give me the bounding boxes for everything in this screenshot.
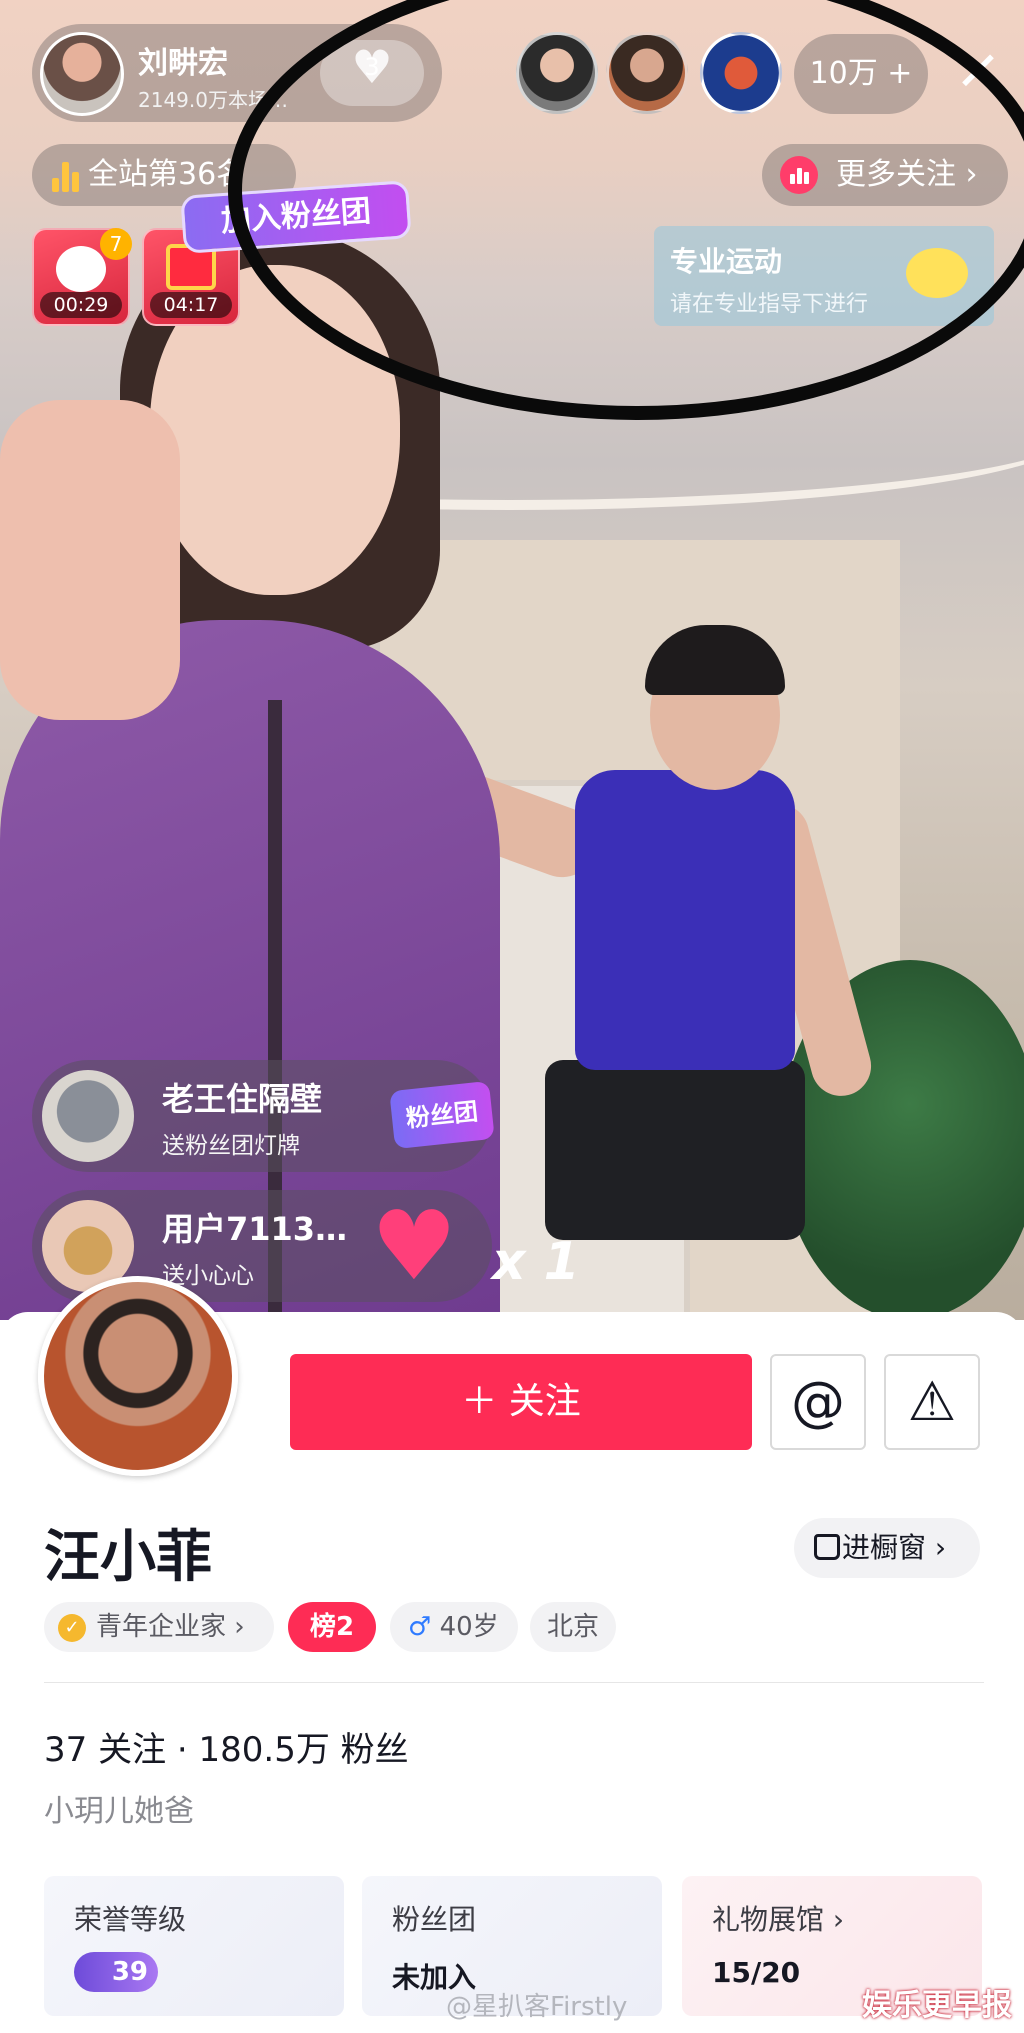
sender-name: 用户7113… [162,1210,348,1248]
task-badge: 7 [100,228,132,260]
thumbs-up-hand [0,400,180,720]
level-badge: 39 [74,1952,158,1992]
male-icon: ♂ [408,1612,432,1642]
verified-check-icon: ✓ [58,1614,86,1642]
bar-chart-icon [52,158,80,192]
gift-description: 送粉丝团灯牌 [162,1133,300,1159]
host-name: 刘畊宏 [138,46,228,81]
task-timer: 00:29 [40,292,122,318]
profile-avatar[interactable] [38,1276,238,1476]
honor-level-card[interactable]: 荣誉等级 39 [44,1876,344,2016]
trainer-tank-top [575,770,795,1070]
trainer-shorts [545,1060,805,1240]
fanclub-light-icon: 粉丝团 [389,1080,495,1150]
shopping-bag-icon [814,1534,840,1560]
source-watermark: @星扒客Firstly [446,1992,628,2022]
gift-message: 老王住隔壁 送粉丝团灯牌 粉丝团 [32,1060,495,1172]
profile-bio: 小玥儿她爸 [44,1794,194,1829]
gift-multiplier: x 1 [492,1232,580,1292]
gender-age-tag: ♂ 40岁 [390,1602,518,1652]
at-icon[interactable]: @ [770,1354,866,1450]
task-timer: 04:17 [150,292,232,318]
sender-avatar[interactable] [42,1070,134,1162]
host-avatar[interactable] [40,32,124,116]
divider [44,1682,984,1683]
profile-name: 汪小菲 [44,1525,212,1590]
card-title: 荣誉等级 [74,1903,187,1936]
follow-stats[interactable]: 37 关注 · 180.5万 粉丝 [44,1722,409,1771]
sender-name: 老王住隔壁 [162,1080,323,1118]
card-title: 礼物展馆 › [712,1903,845,1936]
whistle-icon [56,246,106,292]
rank-tag[interactable]: 榜2 [288,1602,376,1652]
heart-gift-icon: ♥ [370,1190,458,1302]
corner-watermark: 娱乐更早报 [862,1988,1012,2023]
report-warning-icon[interactable]: ⚠ [884,1354,980,1450]
follow-button[interactable]: ＋ 关注 [290,1354,752,1450]
card-title: 粉丝团 [392,1903,477,1936]
age-label: 40岁 [439,1612,499,1642]
city-tag: 北京 [530,1602,616,1652]
